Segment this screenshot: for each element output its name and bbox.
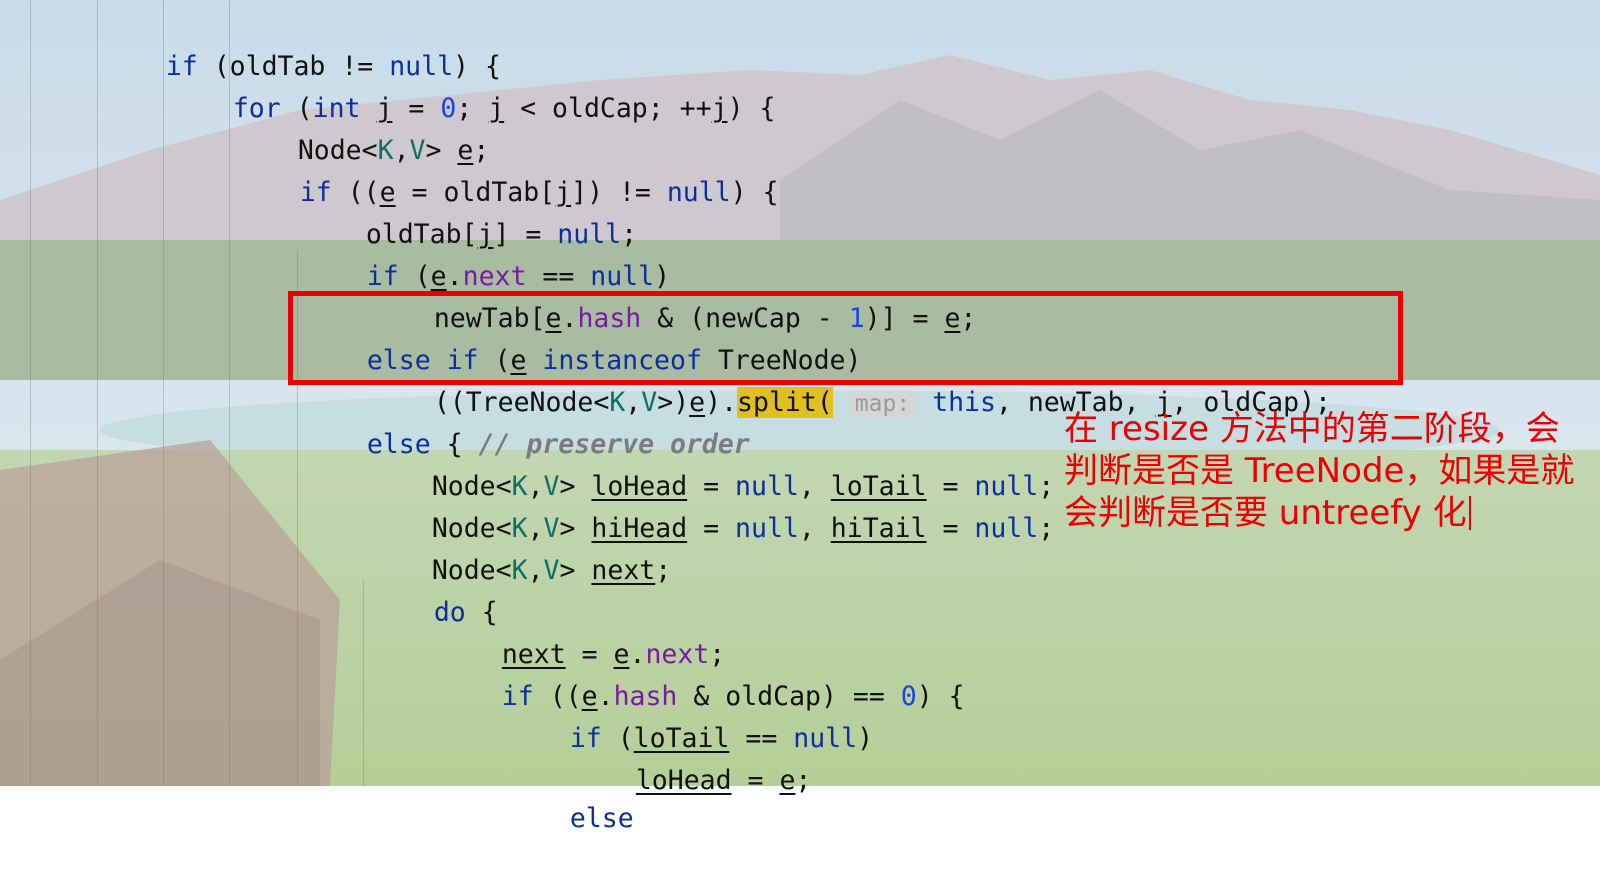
code-editor[interactable]: if (oldTab != null) { for (int j = 0; j … — [0, 0, 1600, 834]
code-line: Node<K,V> loHead = null, loTail = null; — [431, 471, 1055, 502]
code-line: if (e.next == null) — [366, 261, 671, 292]
code-line: do { — [433, 597, 498, 628]
code-line: loHead = e; — [635, 765, 812, 796]
code-line: if (oldTab != null) { — [165, 51, 501, 82]
code-line: if (loTail == null) — [569, 723, 874, 754]
code-line: Node<K,V> next; — [431, 555, 672, 586]
code-line: Node<K,V> e; — [297, 135, 490, 166]
code-line: else { // preserve order — [366, 429, 750, 460]
code-line: if ((e.hash & oldCap) == 0) { — [501, 681, 965, 712]
code-line: oldTab[j] = null; — [365, 219, 638, 250]
code-line: for (int j = 0; j < oldCap; ++j) { — [232, 93, 776, 124]
code-line: else — [569, 803, 634, 834]
text-caret — [1468, 496, 1471, 530]
code-line: next = e.next; — [501, 639, 726, 670]
annotation-content: 在 resize 方法中的第二阶段，会判断是否是 TreeNode，如果是就会判… — [1064, 409, 1575, 533]
code-line: Node<K,V> hiHead = null, hiTail = null; — [431, 513, 1055, 544]
code-line: if ((e = oldTab[j]) != null) { — [299, 177, 779, 208]
highlight-box — [288, 291, 1403, 385]
annotation-text[interactable]: 在 resize 方法中的第二阶段，会判断是否是 TreeNode，如果是就会判… — [1064, 408, 1584, 534]
parameter-hint: map: — [848, 391, 917, 417]
